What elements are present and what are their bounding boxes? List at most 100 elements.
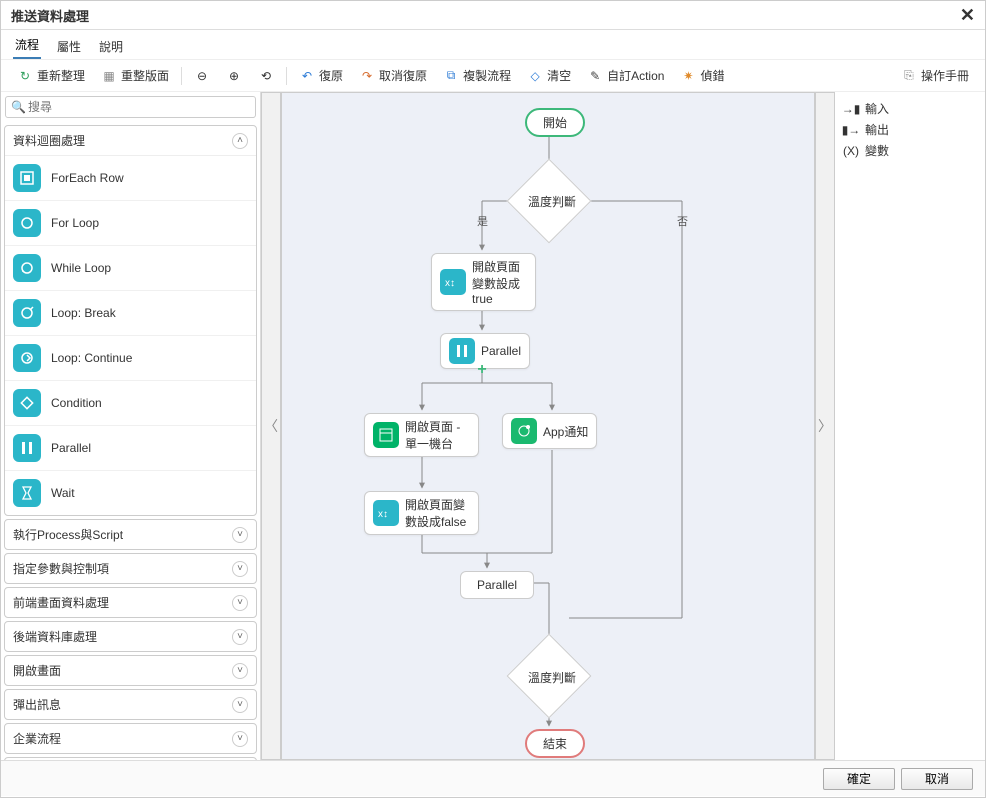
refresh-button[interactable]: ↻ 重新整理	[11, 64, 91, 87]
copy-flow-button[interactable]: ⧉ 複製流程	[437, 64, 517, 87]
fit-button[interactable]: ⟲	[252, 65, 280, 87]
add-branch-icon[interactable]: +	[475, 363, 489, 377]
palette-item-while[interactable]: While Loop	[5, 246, 256, 291]
input-icon: →▮	[843, 101, 859, 117]
search-input[interactable]	[5, 96, 256, 118]
node-label: 開啟頁面 - 單一機台	[405, 418, 470, 452]
palette-item-condition[interactable]: Condition	[5, 381, 256, 426]
search-icon: 🔍	[11, 100, 26, 114]
zoom-in-button[interactable]: ⊕	[220, 65, 248, 87]
palette-item-foreach[interactable]: ForEach Row	[5, 156, 256, 201]
category-title: 彈出訊息	[13, 696, 61, 713]
node-label: 開啟頁面變數設成false	[405, 496, 470, 530]
undo-icon: ↶	[299, 68, 315, 84]
category-header[interactable]: 郵件及通知˅	[5, 758, 256, 760]
flow-node-set-false[interactable]: x↕ 開啟頁面變數設成false	[364, 491, 479, 535]
reset-layout-button[interactable]: ▦ 重整版面	[95, 64, 175, 87]
category-header[interactable]: 指定參數與控制項˅	[5, 554, 256, 583]
chevron-down-icon: ˅	[232, 731, 248, 747]
tab-row: 流程 屬性 說明	[1, 30, 985, 60]
manual-button[interactable]: ⎘ 操作手冊	[895, 64, 975, 87]
palette-item-parallel[interactable]: Parallel	[5, 426, 256, 471]
right-panel: →▮ 輸入 ▮→ 輸出 (X) 變數	[835, 92, 985, 760]
reset-layout-label: 重整版面	[121, 67, 169, 84]
clear-icon: ◇	[527, 68, 543, 84]
right-output[interactable]: ▮→ 輸出	[843, 119, 977, 140]
cancel-button[interactable]: 取消	[901, 768, 973, 790]
flow-end-node[interactable]: 結束	[525, 729, 585, 758]
category-header[interactable]: 後端資料庫處理˅	[5, 622, 256, 651]
close-icon[interactable]: ✕	[960, 5, 975, 26]
chevron-down-icon: ˅	[232, 527, 248, 543]
footer: 確定 取消	[1, 760, 985, 796]
category-collapsed-6: 企業流程˅	[4, 723, 257, 754]
palette-item-label: Loop: Break	[51, 306, 116, 320]
foreach-icon	[13, 164, 41, 192]
chevron-down-icon: ˅	[232, 697, 248, 713]
undo-label: 復原	[319, 67, 343, 84]
dialog-header: 推送資料處理 ✕	[1, 1, 985, 30]
variable-x-icon: (X)	[843, 143, 859, 159]
category-data-range: 資料迴圈處理 ˄ ForEach Row For Loop While Loop Lo…	[4, 125, 257, 516]
while-icon	[13, 254, 41, 282]
category-collapsed-5: 彈出訊息 ˅	[4, 689, 257, 720]
tab-flow[interactable]: 流程	[13, 32, 41, 59]
flow-start-node[interactable]: 開始	[525, 108, 585, 137]
category-title: 指定參數與控制項	[13, 560, 109, 577]
category-title: 資料迴圈處理	[13, 132, 85, 149]
flow-node-app-notify[interactable]: App通知	[502, 413, 597, 449]
palette-item-label: Parallel	[51, 441, 91, 455]
debug-button[interactable]: ✷ 偵錯	[674, 64, 730, 87]
palette-item-wait[interactable]: Wait	[5, 471, 256, 515]
flow-parallel-merge[interactable]: Parallel	[460, 571, 534, 599]
palette-item-label: ForEach Row	[51, 171, 124, 185]
redo-button[interactable]: ↷ 取消復原	[353, 64, 433, 87]
break-icon	[13, 299, 41, 327]
panel-collapse-left[interactable]: 〈	[261, 92, 281, 760]
category-header[interactable]: 前端畫面資料處理˅	[5, 588, 256, 617]
palette-item-forloop[interactable]: For Loop	[5, 201, 256, 246]
clear-button[interactable]: ◇ 清空	[521, 64, 577, 87]
category-header[interactable]: 執行Process與Script˅	[5, 520, 256, 549]
svg-text:x↕: x↕	[445, 278, 455, 289]
dialog-title: 推送資料處理	[11, 6, 89, 25]
copy-icon: ⧉	[443, 68, 459, 84]
right-output-label: 輸出	[865, 121, 889, 138]
dialog: 推送資料處理 ✕ 流程 屬性 說明 ↻ 重新整理 ▦ 重整版面 ⊖ ⊕ ⟲ ↶ …	[0, 0, 986, 798]
category-collapsed-0: 執行Process與Script˅	[4, 519, 257, 550]
svg-text:x↕: x↕	[378, 509, 388, 520]
category-header[interactable]: 企業流程˅	[5, 724, 256, 753]
category-header[interactable]: 彈出訊息 ˅	[5, 690, 256, 719]
palette-item-label: While Loop	[51, 261, 111, 275]
right-variables[interactable]: (X) 變數	[843, 140, 977, 161]
undo-button[interactable]: ↶ 復原	[293, 64, 349, 87]
book-icon: ⎘	[901, 68, 917, 84]
right-input[interactable]: →▮ 輸入	[843, 98, 977, 119]
category-header[interactable]: 開啟畫面˅	[5, 656, 256, 685]
panel-collapse-right[interactable]: 〉	[815, 92, 835, 760]
tab-attributes[interactable]: 屬性	[55, 34, 83, 59]
category-collapsed-1: 指定參數與控制項˅	[4, 553, 257, 584]
tab-description[interactable]: 說明	[97, 34, 125, 59]
custom-action-button[interactable]: ✎ 自訂Action	[581, 64, 670, 87]
debug-label: 偵錯	[700, 67, 724, 84]
ok-button[interactable]: 確定	[823, 768, 895, 790]
redo-label: 取消復原	[379, 67, 427, 84]
category-header[interactable]: 資料迴圈處理 ˄	[5, 126, 256, 155]
category-list[interactable]: 資料迴圈處理 ˄ ForEach Row For Loop While Loop Lo…	[1, 122, 260, 760]
output-icon: ▮→	[843, 122, 859, 138]
flow-node-set-true[interactable]: x↕ 開啟頁面變數設成true	[431, 253, 536, 311]
separator	[286, 67, 287, 85]
flow-node-open-page[interactable]: 開啟頁面 - 單一機台	[364, 413, 479, 457]
parallel-icon	[449, 338, 475, 364]
palette-item-break[interactable]: Loop: Break	[5, 291, 256, 336]
chevron-down-icon: ˅	[232, 663, 248, 679]
clear-label: 清空	[547, 67, 571, 84]
chevron-down-icon: ˅	[232, 629, 248, 645]
palette-item-continue[interactable]: Loop: Continue	[5, 336, 256, 381]
flow-canvas[interactable]: 開始 溫度判斷 是 否 x↕ 開啟頁面變數設成true Parallel	[281, 92, 815, 760]
layout-icon: ▦	[101, 68, 117, 84]
wait-icon	[13, 479, 41, 507]
zoom-out-button[interactable]: ⊖	[188, 65, 216, 87]
page-icon	[373, 422, 399, 448]
